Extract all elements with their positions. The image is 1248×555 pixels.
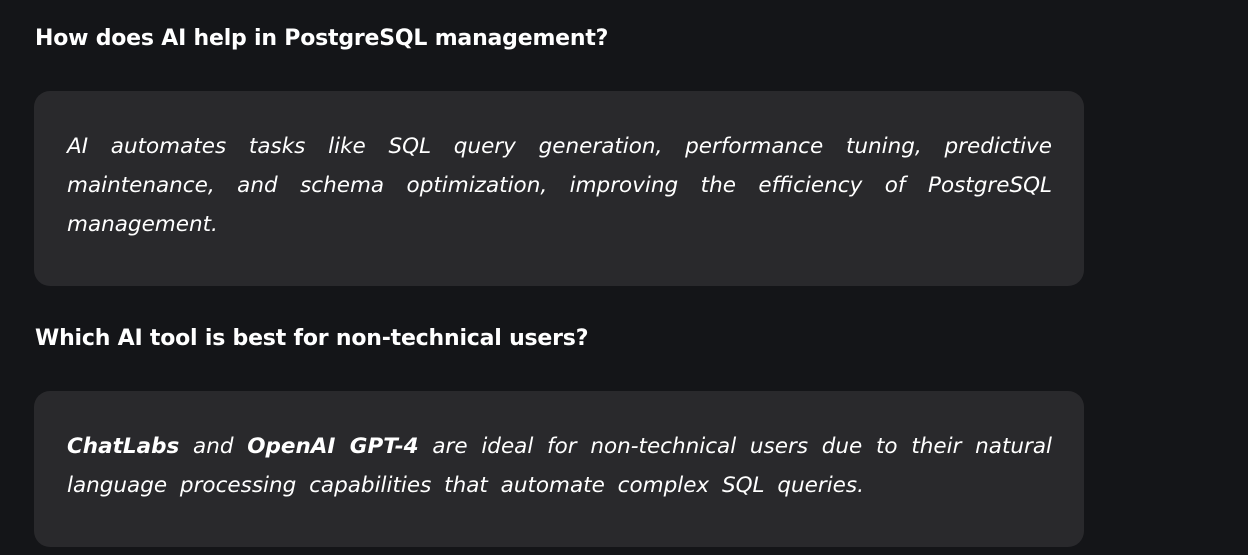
answer-emphasis-gpt4: OpenAI GPT-4 <box>247 434 419 459</box>
faq-answer-card-2: ChatLabs and OpenAI GPT-4 are ideal for … <box>34 391 1084 547</box>
faq-section: How does AI help in PostgreSQL managemen… <box>0 0 1248 555</box>
answer-connector: and <box>179 434 248 459</box>
faq-question-2: Which AI tool is best for non-technical … <box>35 326 589 351</box>
faq-answer-card-1: AI automates tasks like SQL query genera… <box>34 91 1084 286</box>
answer-emphasis-chatlabs: ChatLabs <box>67 434 180 459</box>
faq-answer-1: AI automates tasks like SQL query genera… <box>67 134 1052 237</box>
faq-answer-2: ChatLabs and OpenAI GPT-4 are ideal for … <box>67 427 1052 505</box>
faq-question-1: How does AI help in PostgreSQL managemen… <box>35 26 609 51</box>
